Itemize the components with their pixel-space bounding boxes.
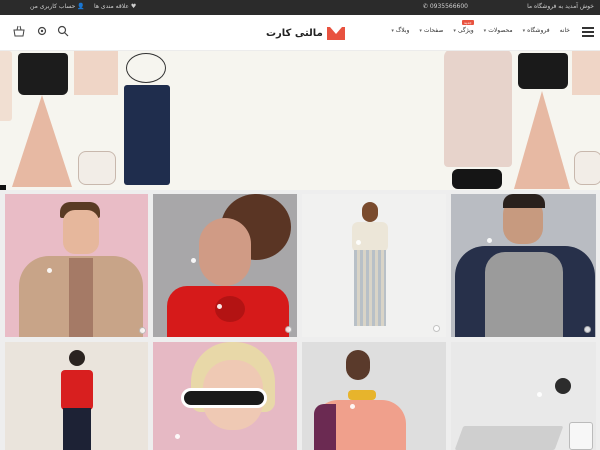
nav-label: فروشگاه xyxy=(527,27,550,34)
hotspot-dot[interactable] xyxy=(487,238,492,243)
face-shape xyxy=(346,350,370,380)
pants-shape xyxy=(354,250,386,326)
product-coat-image xyxy=(444,51,512,167)
nav-label: صفحات xyxy=(423,27,444,34)
product-skirt-image xyxy=(12,95,72,187)
product-scarf-image-right xyxy=(574,151,600,185)
face-shape xyxy=(199,218,251,286)
gallery-tile-5[interactable] xyxy=(5,342,148,450)
product-bag-image-right xyxy=(518,53,568,89)
top-shape xyxy=(352,222,388,252)
sleeve-shape xyxy=(314,404,336,450)
chevron-down-icon: ▾ xyxy=(522,28,526,34)
account-label: حساب کاربری من xyxy=(30,3,76,10)
wishlist-label: علاقه مندی ها xyxy=(94,3,129,10)
nav-item-pages[interactable]: صفحات▾ xyxy=(419,27,443,34)
product-top-image xyxy=(74,51,118,95)
chevron-down-icon: ▾ xyxy=(391,28,394,34)
quick-view-icon[interactable] xyxy=(285,326,292,333)
site-header: مالتی کارت خانه فروشگاه▾ محصولات▾ جدید وی… xyxy=(0,15,600,51)
quick-view-icon[interactable] xyxy=(433,325,440,332)
nav-label: ویژگی xyxy=(457,27,474,34)
user-icon: 👤 xyxy=(77,3,85,10)
gallery-tile-2[interactable] xyxy=(153,194,297,337)
product-scarf-image xyxy=(78,151,116,185)
heart-icon: ♥ xyxy=(130,3,137,10)
logo-mark xyxy=(326,26,345,40)
nav-label: وبلاگ xyxy=(395,27,410,34)
chevron-down-icon: ▾ xyxy=(483,28,487,34)
nav-label: خانه xyxy=(559,27,570,34)
gallery-tile-1[interactable] xyxy=(5,194,148,337)
main-nav: خانه فروشگاه▾ محصولات▾ جدید ویژگی▾ صفحات▾… xyxy=(391,20,570,34)
settings-icon[interactable] xyxy=(35,25,49,39)
hotspot-dot[interactable] xyxy=(537,392,542,397)
hotspot-dot[interactable] xyxy=(191,258,196,263)
hero-banner xyxy=(0,51,600,190)
gallery-tile-3[interactable] xyxy=(302,194,446,337)
chevron-down-icon: ▾ xyxy=(453,28,456,34)
hotspot-dot[interactable] xyxy=(175,434,180,439)
logo-text: مالتی کارت xyxy=(266,27,323,39)
gallery-tile-8[interactable] xyxy=(451,342,596,450)
phone-number: 0935566600 ✆ xyxy=(423,3,468,10)
nav-label: محصولات xyxy=(488,27,513,34)
shirt-shape xyxy=(69,258,93,337)
product-dress-image xyxy=(0,51,12,121)
welcome-text: خوش آمدید به فروشگاه ما xyxy=(527,3,594,10)
product-top-image-right xyxy=(572,51,600,95)
hotspot-dot[interactable] xyxy=(356,240,361,245)
face-shape xyxy=(63,210,99,254)
keyboard-shape xyxy=(454,426,564,450)
sunglasses-shape xyxy=(181,388,267,408)
product-necklace-image xyxy=(126,53,166,83)
product-skirt-image-right xyxy=(514,91,570,189)
scarf-shape xyxy=(348,390,376,400)
gallery-tile-6[interactable] xyxy=(153,342,297,450)
nav-item-products[interactable]: محصولات▾ xyxy=(484,27,513,34)
new-badge: جدید xyxy=(461,20,474,25)
gallery-tile-4[interactable] xyxy=(451,194,596,337)
search-icon[interactable] xyxy=(56,25,70,39)
wishlist-link[interactable]: ♥ علاقه مندی ها xyxy=(94,3,136,10)
phone-shape xyxy=(569,422,593,450)
quick-view-icon[interactable] xyxy=(584,326,591,333)
nav-item-shop[interactable]: فروشگاه▾ xyxy=(523,27,550,34)
product-boot-image xyxy=(0,185,6,190)
gallery-tile-7[interactable] xyxy=(302,342,446,450)
product-bag-image xyxy=(18,53,68,95)
top-bar: خوش آمدید به فروشگاه ما 0935566600 ✆ ♥ ع… xyxy=(0,0,600,15)
product-jeans-image xyxy=(124,85,170,185)
nav-item-blog[interactable]: وبلاگ▾ xyxy=(391,27,409,34)
head-shape xyxy=(69,350,85,366)
phone-text: 0935566600 xyxy=(429,3,468,10)
basket-icon[interactable] xyxy=(12,25,26,39)
quick-view-icon[interactable] xyxy=(139,327,146,334)
object-shape xyxy=(555,378,571,394)
hotspot-dot[interactable] xyxy=(217,304,222,309)
nav-item-home[interactable]: خانه xyxy=(560,27,570,34)
pants-shape xyxy=(63,408,91,450)
hotspot-dot[interactable] xyxy=(350,404,355,409)
menu-icon[interactable] xyxy=(582,25,594,37)
product-belt-image xyxy=(452,169,502,189)
site-logo[interactable]: مالتی کارت xyxy=(266,24,345,42)
hotspot-dot[interactable] xyxy=(47,268,52,273)
flower-shape xyxy=(215,296,245,322)
hair-shape xyxy=(503,194,545,208)
chevron-down-icon: ▾ xyxy=(419,28,422,34)
face-shape xyxy=(362,202,378,222)
nav-item-features[interactable]: جدید ویژگی▾ xyxy=(453,20,474,34)
shirt-shape xyxy=(61,370,93,410)
sweater-shape xyxy=(485,252,563,337)
account-link[interactable]: 👤 حساب کاربری من xyxy=(30,3,85,10)
phone-icon: ✆ xyxy=(422,3,428,10)
